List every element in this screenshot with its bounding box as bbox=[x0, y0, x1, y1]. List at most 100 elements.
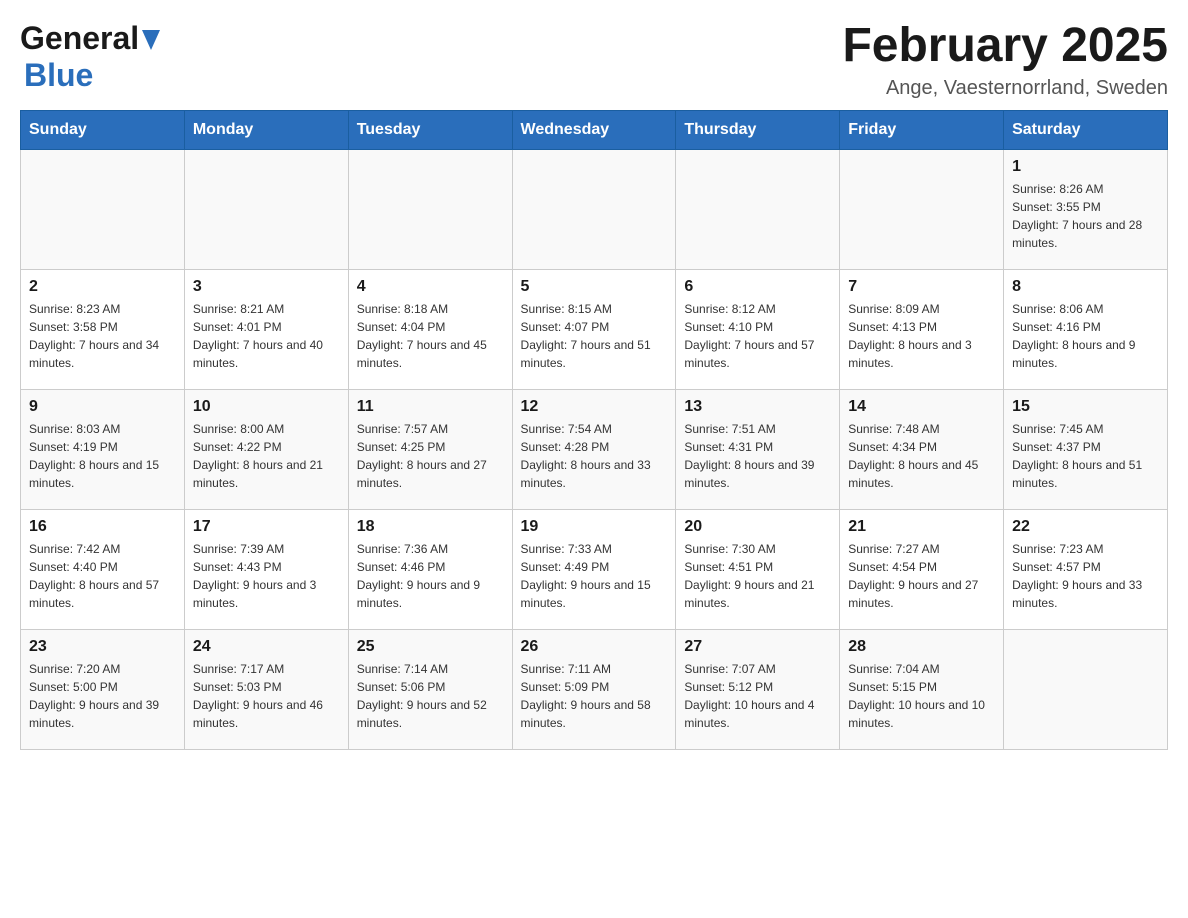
day-number: 22 bbox=[1012, 518, 1159, 536]
day-info: Sunrise: 8:06 AMSunset: 4:16 PMDaylight:… bbox=[1012, 300, 1159, 372]
table-row: 9Sunrise: 8:03 AMSunset: 4:19 PMDaylight… bbox=[21, 389, 185, 509]
page-title: February 2025 bbox=[842, 20, 1168, 73]
table-row: 1 Sunrise: 8:26 AMSunset: 3:55 PMDaylight… bbox=[1004, 149, 1168, 269]
day-info: Sunrise: 8:23 AMSunset: 3:58 PMDaylight:… bbox=[29, 300, 176, 372]
header-monday: Monday bbox=[184, 110, 348, 149]
table-row: 8 Sunrise: 8:06 AMSunset: 4:16 PMDaylight… bbox=[1004, 269, 1168, 389]
day-info: Sunrise: 7:14 AMSunset: 5:06 PMDaylight:… bbox=[357, 660, 504, 732]
table-row: 14 Sunrise: 7:48 AMSunset: 4:34 PMDayligh… bbox=[840, 389, 1004, 509]
location-subtitle: Ange, Vaesternorrland, Sweden bbox=[842, 77, 1168, 100]
day-number: 7 bbox=[848, 278, 995, 296]
title-section: February 2025 Ange, Vaesternorrland, Swe… bbox=[842, 20, 1168, 100]
table-row bbox=[676, 149, 840, 269]
table-row: 21Sunrise: 7:27 AMSunset: 4:54 PMDayligh… bbox=[840, 509, 1004, 629]
table-row: 28 Sunrise: 7:04 AMSunset: 5:15 PMDayligh… bbox=[840, 629, 1004, 749]
calendar-header-row: Sunday Monday Tuesday Wednesday Thursday… bbox=[21, 110, 1168, 149]
day-info: Sunrise: 7:42 AMSunset: 4:40 PMDaylight:… bbox=[29, 540, 176, 612]
table-row: 18Sunrise: 7:36 AMSunset: 4:46 PMDayligh… bbox=[348, 509, 512, 629]
day-number: 15 bbox=[1012, 398, 1159, 416]
day-info: Sunrise: 7:51 AMSunset: 4:31 PMDaylight:… bbox=[684, 420, 831, 492]
page-header: General Blue February 2025 Ange, Vaester… bbox=[20, 20, 1168, 100]
table-row: 4 Sunrise: 8:18 AMSunset: 4:04 PMDaylight… bbox=[348, 269, 512, 389]
header-wednesday: Wednesday bbox=[512, 110, 676, 149]
day-number: 13 bbox=[684, 398, 831, 416]
table-row: 17 Sunrise: 7:39 AMSunset: 4:43 PMDayligh… bbox=[184, 509, 348, 629]
table-row: 11 Sunrise: 7:57 AMSunset: 4:25 PMDayligh… bbox=[348, 389, 512, 509]
table-row: 2 Sunrise: 8:23 AMSunset: 3:58 PMDaylight… bbox=[21, 269, 185, 389]
day-info: Sunrise: 8:18 AMSunset: 4:04 PMDaylight:… bbox=[357, 300, 504, 372]
day-info: Sunrise: 7:57 AMSunset: 4:25 PMDaylight:… bbox=[357, 420, 504, 492]
table-row: 12Sunrise: 7:54 AMSunset: 4:28 PMDayligh… bbox=[512, 389, 676, 509]
logo-blue-text: Blue bbox=[20, 57, 93, 94]
day-info: Sunrise: 7:07 AMSunset: 5:12 PMDaylight:… bbox=[684, 660, 831, 732]
day-number: 8 bbox=[1012, 278, 1159, 296]
table-row: 15Sunrise: 7:45 AMSunset: 4:37 PMDayligh… bbox=[1004, 389, 1168, 509]
table-row bbox=[21, 149, 185, 269]
table-row: 13 Sunrise: 7:51 AMSunset: 4:31 PMDayligh… bbox=[676, 389, 840, 509]
table-row bbox=[840, 149, 1004, 269]
day-number: 16 bbox=[29, 518, 176, 536]
day-number: 4 bbox=[357, 278, 504, 296]
header-thursday: Thursday bbox=[676, 110, 840, 149]
calendar-week-row: 23Sunrise: 7:20 AMSunset: 5:00 PMDayligh… bbox=[21, 629, 1168, 749]
table-row: 5 Sunrise: 8:15 AMSunset: 4:07 PMDaylight… bbox=[512, 269, 676, 389]
calendar-week-row: 2 Sunrise: 8:23 AMSunset: 3:58 PMDaylight… bbox=[21, 269, 1168, 389]
day-number: 28 bbox=[848, 638, 995, 656]
logo-blue-label: Blue bbox=[20, 57, 93, 93]
table-row: 25 Sunrise: 7:14 AMSunset: 5:06 PMDayligh… bbox=[348, 629, 512, 749]
calendar-week-row: 16 Sunrise: 7:42 AMSunset: 4:40 PMDayligh… bbox=[21, 509, 1168, 629]
day-number: 27 bbox=[684, 638, 831, 656]
day-number: 14 bbox=[848, 398, 995, 416]
table-row: 10 Sunrise: 8:00 AMSunset: 4:22 PMDayligh… bbox=[184, 389, 348, 509]
calendar-week-row: 1 Sunrise: 8:26 AMSunset: 3:55 PMDaylight… bbox=[21, 149, 1168, 269]
day-info: Sunrise: 7:48 AMSunset: 4:34 PMDaylight:… bbox=[848, 420, 995, 492]
table-row bbox=[512, 149, 676, 269]
day-number: 9 bbox=[29, 398, 176, 416]
logo: General Blue bbox=[20, 20, 160, 94]
header-friday: Friday bbox=[840, 110, 1004, 149]
logo-general-text: General bbox=[20, 20, 139, 57]
day-number: 10 bbox=[193, 398, 340, 416]
day-info: Sunrise: 7:17 AMSunset: 5:03 PMDaylight:… bbox=[193, 660, 340, 732]
day-number: 26 bbox=[521, 638, 668, 656]
day-number: 21 bbox=[848, 518, 995, 536]
day-info: Sunrise: 7:54 AMSunset: 4:28 PMDaylight:… bbox=[521, 420, 668, 492]
table-row: 6Sunrise: 8:12 AMSunset: 4:10 PMDaylight… bbox=[676, 269, 840, 389]
header-tuesday: Tuesday bbox=[348, 110, 512, 149]
table-row: 19 Sunrise: 7:33 AMSunset: 4:49 PMDayligh… bbox=[512, 509, 676, 629]
table-row: 16 Sunrise: 7:42 AMSunset: 4:40 PMDayligh… bbox=[21, 509, 185, 629]
day-number: 19 bbox=[521, 518, 668, 536]
day-info: Sunrise: 7:20 AMSunset: 5:00 PMDaylight:… bbox=[29, 660, 176, 732]
table-row bbox=[348, 149, 512, 269]
table-row: 27 Sunrise: 7:07 AMSunset: 5:12 PMDayligh… bbox=[676, 629, 840, 749]
table-row: 23Sunrise: 7:20 AMSunset: 5:00 PMDayligh… bbox=[21, 629, 185, 749]
table-row: 22 Sunrise: 7:23 AMSunset: 4:57 PMDayligh… bbox=[1004, 509, 1168, 629]
logo-wrapper: General bbox=[20, 20, 160, 57]
day-info: Sunrise: 8:09 AMSunset: 4:13 PMDaylight:… bbox=[848, 300, 995, 372]
day-info: Sunrise: 7:30 AMSunset: 4:51 PMDaylight:… bbox=[684, 540, 831, 612]
day-info: Sunrise: 8:26 AMSunset: 3:55 PMDaylight:… bbox=[1012, 180, 1159, 252]
day-info: Sunrise: 8:15 AMSunset: 4:07 PMDaylight:… bbox=[521, 300, 668, 372]
day-number: 11 bbox=[357, 398, 504, 416]
day-number: 3 bbox=[193, 278, 340, 296]
table-row: 26Sunrise: 7:11 AMSunset: 5:09 PMDayligh… bbox=[512, 629, 676, 749]
day-number: 25 bbox=[357, 638, 504, 656]
day-number: 20 bbox=[684, 518, 831, 536]
day-info: Sunrise: 7:39 AMSunset: 4:43 PMDaylight:… bbox=[193, 540, 340, 612]
day-number: 17 bbox=[193, 518, 340, 536]
day-info: Sunrise: 8:12 AMSunset: 4:10 PMDaylight:… bbox=[684, 300, 831, 372]
day-info: Sunrise: 7:23 AMSunset: 4:57 PMDaylight:… bbox=[1012, 540, 1159, 612]
day-number: 18 bbox=[357, 518, 504, 536]
day-info: Sunrise: 7:33 AMSunset: 4:49 PMDaylight:… bbox=[521, 540, 668, 612]
day-number: 2 bbox=[29, 278, 176, 296]
table-row: 20 Sunrise: 7:30 AMSunset: 4:51 PMDayligh… bbox=[676, 509, 840, 629]
day-info: Sunrise: 7:04 AMSunset: 5:15 PMDaylight:… bbox=[848, 660, 995, 732]
header-sunday: Sunday bbox=[21, 110, 185, 149]
day-number: 5 bbox=[521, 278, 668, 296]
calendar-week-row: 9Sunrise: 8:03 AMSunset: 4:19 PMDaylight… bbox=[21, 389, 1168, 509]
day-number: 24 bbox=[193, 638, 340, 656]
table-row: 3Sunrise: 8:21 AMSunset: 4:01 PMDaylight… bbox=[184, 269, 348, 389]
table-row bbox=[1004, 629, 1168, 749]
day-number: 1 bbox=[1012, 158, 1159, 176]
day-info: Sunrise: 8:00 AMSunset: 4:22 PMDaylight:… bbox=[193, 420, 340, 492]
